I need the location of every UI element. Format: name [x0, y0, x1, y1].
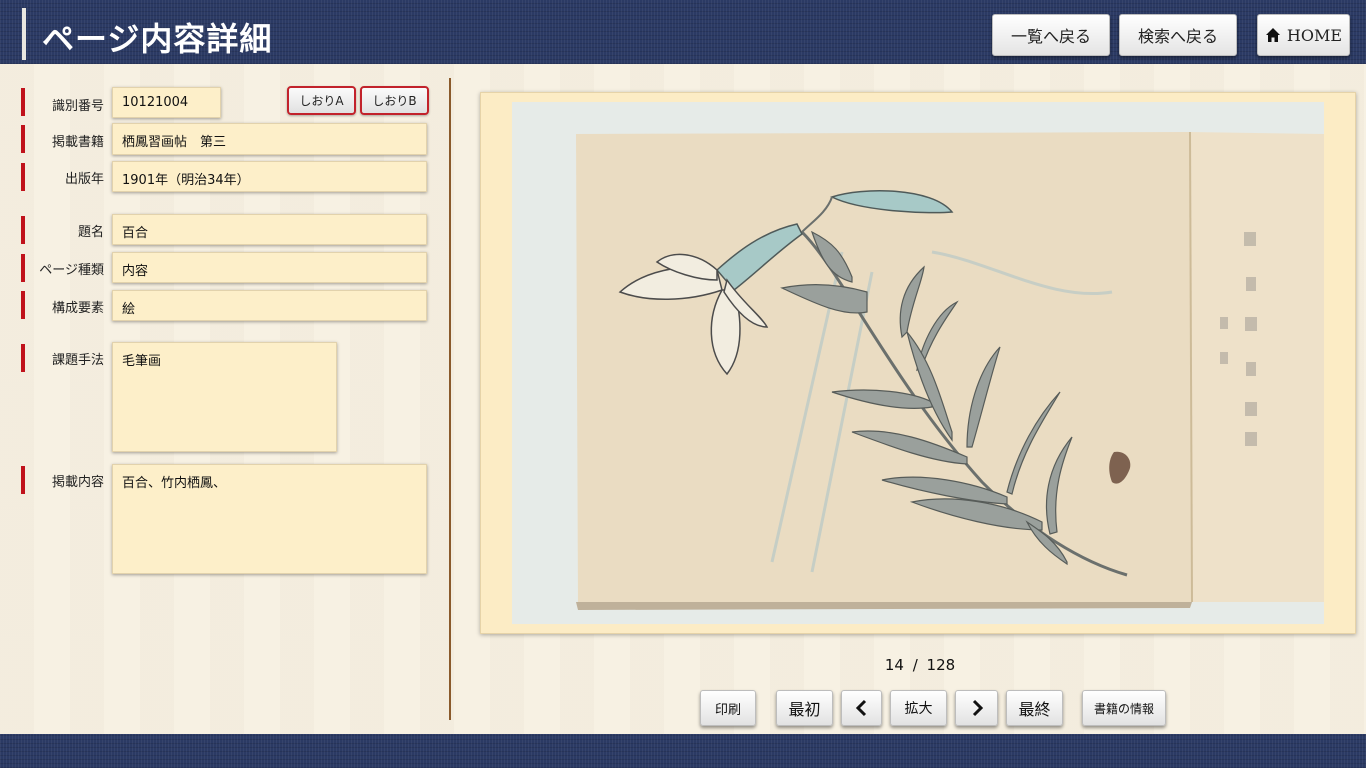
- home-button[interactable]: HOME: [1257, 14, 1350, 56]
- first-page-button[interactable]: 最初: [776, 690, 833, 726]
- footer-bar: [0, 734, 1366, 768]
- subject-label: 題名: [77, 225, 104, 240]
- book-page-illustration: [512, 102, 1324, 624]
- technique-field: 毛筆画: [112, 342, 337, 452]
- zoom-button[interactable]: 拡大: [890, 690, 947, 726]
- book-info-button[interactable]: 書籍の情報: [1082, 690, 1166, 726]
- print-button[interactable]: 印刷: [700, 690, 756, 726]
- chevron-left-icon: [855, 699, 866, 717]
- current-page: 14: [884, 656, 904, 674]
- title-accent-bar: [22, 8, 26, 60]
- book-label: 掲載書籍: [51, 135, 104, 150]
- content-label: 掲載内容: [51, 475, 104, 490]
- content-field: 百合、竹内栖鳳、: [112, 464, 427, 574]
- home-label: HOME: [1286, 25, 1343, 45]
- page-counter: 14 / 128: [860, 656, 980, 674]
- element-field: 絵: [112, 290, 427, 321]
- page-type-label: ページ種類: [39, 263, 104, 278]
- year-field: 1901年（明治34年）: [112, 161, 427, 192]
- last-page-label: 最終: [1018, 700, 1051, 719]
- back-to-search-label: 検索へ戻る: [1137, 27, 1218, 46]
- total-pages: 128: [926, 656, 956, 674]
- header-bar: ページ内容詳細 一覧へ戻る 検索へ戻る HOME: [0, 0, 1366, 64]
- page-type-field: 内容: [112, 252, 427, 283]
- print-label: 印刷: [714, 702, 741, 718]
- home-icon: [1265, 28, 1280, 42]
- prev-page-button[interactable]: [841, 690, 882, 726]
- zoom-label: 拡大: [904, 701, 933, 717]
- back-to-list-button[interactable]: 一覧へ戻る: [992, 14, 1110, 56]
- page-separator: /: [912, 656, 918, 674]
- book-info-label: 書籍の情報: [1093, 701, 1154, 716]
- bookmark-b-button[interactable]: しおりB: [360, 86, 429, 115]
- bookmark-b-label: しおりB: [372, 94, 417, 108]
- book-field: 栖鳳習画帖 第三: [112, 123, 427, 155]
- year-label: 出版年: [64, 172, 104, 187]
- back-to-search-button[interactable]: 検索へ戻る: [1119, 14, 1237, 56]
- element-label: 構成要素: [51, 301, 104, 316]
- page-image[interactable]: [512, 102, 1324, 624]
- first-page-label: 最初: [788, 700, 821, 719]
- panel-divider: [449, 78, 451, 720]
- id-label: 識別番号: [51, 99, 104, 114]
- id-field: 10121004: [112, 87, 221, 118]
- page-title: ページ内容詳細: [42, 20, 273, 58]
- bookmark-a-button[interactable]: しおりA: [287, 86, 356, 115]
- next-page-button[interactable]: [955, 690, 998, 726]
- chevron-right-icon: [972, 699, 983, 717]
- technique-label: 課題手法: [51, 353, 104, 368]
- back-to-list-label: 一覧へ戻る: [1010, 27, 1091, 46]
- subject-field: 百合: [112, 214, 427, 245]
- last-page-button[interactable]: 最終: [1006, 690, 1063, 726]
- bookmark-a-label: しおりA: [299, 94, 344, 108]
